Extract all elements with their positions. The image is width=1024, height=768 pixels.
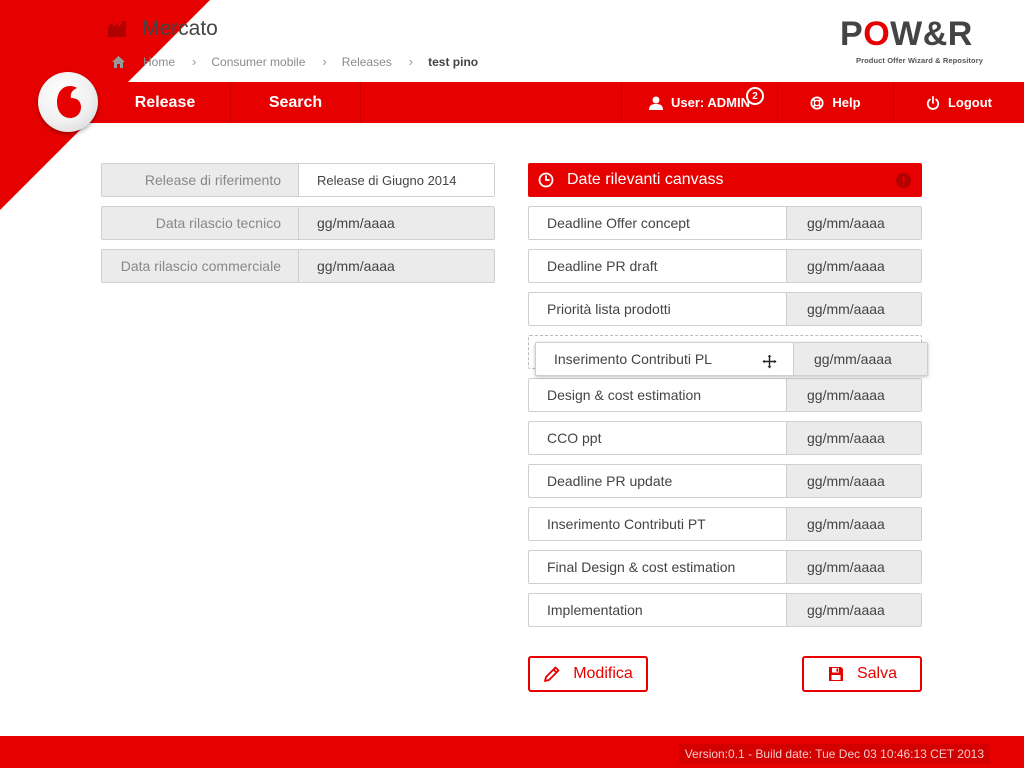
factory-icon	[108, 21, 126, 37]
modifica-button[interactable]: Modifica	[528, 656, 648, 692]
date-row[interactable]: Deadline PR update gg/mm/aaaa	[528, 464, 922, 498]
main-navbar: Release Search User: ADMIN 2 Help Logout	[0, 82, 1024, 123]
chevron-right-icon: ›	[192, 54, 197, 69]
date-row[interactable]: Deadline PR draft gg/mm/aaaa	[528, 249, 922, 283]
vodafone-speechmark-icon	[57, 86, 81, 118]
chevron-right-icon: ›	[408, 54, 414, 69]
data-rilascio-tecnico-input[interactable]: gg/mm/aaaa	[299, 207, 494, 239]
pencil-icon	[544, 666, 560, 682]
save-icon	[828, 667, 843, 681]
logout-label: Logout	[947, 95, 993, 110]
salva-label: Salva	[856, 665, 898, 682]
nav-search[interactable]: Search	[231, 82, 361, 123]
dragging-date-row[interactable]: Inserimento Contributi PL gg/mm/aaaa	[535, 342, 928, 376]
clock-icon	[538, 172, 554, 188]
user-label: User: ADMIN	[671, 95, 750, 110]
lifebuoy-icon	[810, 95, 824, 110]
field-label: Data rilascio commerciale	[102, 250, 299, 282]
footer: Version:0.1 - Build date: Tue Dec 03 10:…	[0, 736, 1024, 768]
date-row[interactable]: Priorità lista prodotti gg/mm/aaaa	[528, 292, 922, 326]
date-label: Deadline PR update	[529, 465, 787, 497]
power-logo: POW&R Product Offer Wizard & Repository	[840, 16, 985, 65]
date-row[interactable]: Deadline Offer concept gg/mm/aaaa	[528, 206, 922, 240]
brand-name-suffix: W&R	[890, 15, 973, 53]
nav-user[interactable]: User: ADMIN 2	[621, 82, 777, 123]
home-icon[interactable]	[112, 55, 125, 68]
date-input[interactable]: gg/mm/aaaa	[787, 379, 921, 411]
date-row[interactable]: Inserimento Contributi PT gg/mm/aaaa	[528, 507, 922, 541]
date-input[interactable]: gg/mm/aaaa	[787, 594, 921, 626]
power-icon: O	[863, 15, 891, 53]
dates-list: Deadline Offer concept gg/mm/aaaa Deadli…	[528, 206, 922, 636]
date-input[interactable]: gg/mm/aaaa	[787, 465, 921, 497]
date-row[interactable]: Design & cost estimation gg/mm/aaaa	[528, 378, 922, 412]
date-input[interactable]: gg/mm/aaaa	[787, 293, 921, 325]
field-label: Data rilascio tecnico	[102, 207, 299, 239]
date-label: Inserimento Contributi PT	[529, 508, 787, 540]
breadcrumb-home[interactable]: Home	[143, 55, 175, 69]
date-input[interactable]: gg/mm/aaaa	[787, 422, 921, 454]
date-row[interactable]: Implementation gg/mm/aaaa	[528, 593, 922, 627]
info-icon[interactable]	[896, 173, 911, 188]
brand-name-prefix: P	[840, 15, 864, 53]
chevron-right-icon: ›	[322, 54, 327, 69]
date-label: Deadline Offer concept	[529, 207, 787, 239]
date-label: Deadline PR draft	[529, 250, 787, 282]
page-title: Mercato	[142, 17, 218, 40]
nav-release[interactable]: Release	[100, 82, 231, 123]
nav-help[interactable]: Help	[777, 82, 893, 123]
date-label: CCO ppt	[529, 422, 787, 454]
panel-header: Date rilevanti canvass	[528, 163, 922, 197]
brand-tagline: Product Offer Wizard & Repository	[856, 56, 983, 65]
date-input[interactable]: gg/mm/aaaa	[787, 207, 921, 239]
breadcrumb-current: test pino	[428, 54, 479, 69]
date-label: Implementation	[529, 594, 787, 626]
version-info: Version:0.1 - Build date: Tue Dec 03 10:…	[678, 744, 990, 764]
brand-name: POW&R	[840, 16, 985, 52]
breadcrumb: Home › Consumer mobile › Releases › test…	[112, 54, 478, 69]
move-cursor-icon	[762, 354, 777, 369]
date-input[interactable]: gg/mm/aaaa	[787, 551, 921, 583]
date-label: Final Design & cost estimation	[529, 551, 787, 583]
notification-badge[interactable]: 2	[746, 87, 764, 105]
date-label: Design & cost estimation	[529, 379, 787, 411]
field-data-rilascio-commerciale: Data rilascio commerciale gg/mm/aaaa	[101, 249, 495, 283]
date-row[interactable]: CCO ppt gg/mm/aaaa	[528, 421, 922, 455]
header: Mercato Home › Consumer mobile › Release…	[0, 0, 1024, 82]
vodafone-logo[interactable]	[38, 72, 98, 132]
power-off-icon	[926, 95, 940, 110]
nav-logout[interactable]: Logout	[893, 82, 1024, 123]
breadcrumb-releases[interactable]: Releases	[342, 55, 392, 69]
salva-button[interactable]: Salva	[802, 656, 922, 692]
panel-title: Date rilevanti canvass	[567, 171, 724, 188]
date-input[interactable]: gg/mm/aaaa	[794, 343, 927, 375]
date-row[interactable]: Final Design & cost estimation gg/mm/aaa…	[528, 550, 922, 584]
field-data-rilascio-tecnico: Data rilascio tecnico gg/mm/aaaa	[101, 206, 495, 240]
modifica-label: Modifica	[573, 665, 633, 682]
data-rilascio-commerciale-input[interactable]: gg/mm/aaaa	[299, 250, 494, 282]
release-riferimento-value[interactable]: Release di Giugno 2014	[299, 164, 494, 196]
date-label: Inserimento Contributi PL	[536, 343, 794, 375]
date-input[interactable]: gg/mm/aaaa	[787, 508, 921, 540]
user-icon	[649, 96, 663, 110]
date-label: Priorità lista prodotti	[529, 293, 787, 325]
date-input[interactable]: gg/mm/aaaa	[787, 250, 921, 282]
breadcrumb-consumer-mobile[interactable]: Consumer mobile	[211, 55, 305, 69]
help-label: Help	[832, 95, 861, 110]
